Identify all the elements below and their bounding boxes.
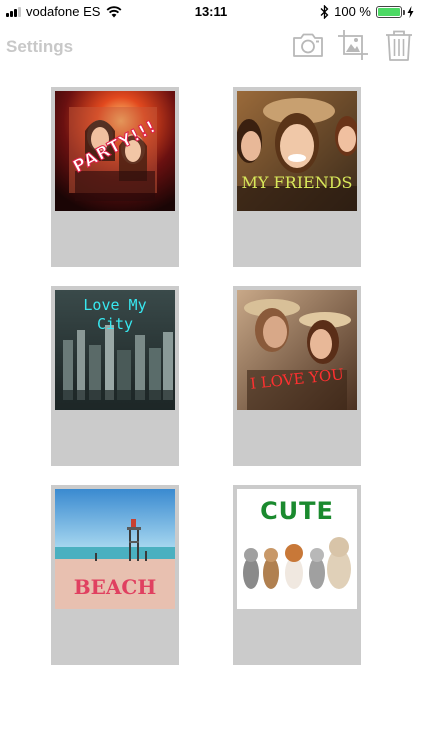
status-right: 100 % xyxy=(320,4,414,19)
battery-icon xyxy=(376,5,405,18)
collage-card[interactable]: PARTY!!! xyxy=(51,87,179,267)
camera-icon[interactable] xyxy=(291,28,325,62)
collage-thumbnail[interactable]: Love My City xyxy=(55,290,175,410)
collage-thumbnail[interactable]: MY FRIENDS xyxy=(237,91,357,211)
collage-thumbnail[interactable]: I LOVE YOU xyxy=(237,290,357,410)
collage-card[interactable]: BEACH xyxy=(51,485,179,665)
settings-button[interactable]: Settings xyxy=(6,37,73,57)
collage-thumbnail[interactable]: BEACH xyxy=(55,489,175,609)
gallery-crop-icon[interactable] xyxy=(336,28,370,62)
bluetooth-icon xyxy=(320,4,329,19)
collage-caption-line2: City xyxy=(96,315,134,333)
charging-icon xyxy=(407,5,414,18)
collage-card[interactable]: CUTE xyxy=(233,485,361,665)
collage-card[interactable]: MY FRIENDS xyxy=(233,87,361,267)
collage-thumbnail[interactable]: CUTE xyxy=(237,489,357,609)
status-bar: vodafone ES 13:11 100 % xyxy=(0,0,422,24)
navigation-bar: Settings xyxy=(0,26,422,66)
collage-card[interactable]: I LOVE YOU xyxy=(233,286,361,466)
trash-icon[interactable] xyxy=(382,28,416,62)
collage-caption: BEACH xyxy=(73,575,157,599)
collage-card[interactable]: Love My City xyxy=(51,286,179,466)
collage-thumbnail[interactable]: PARTY!!! xyxy=(55,91,175,211)
collage-caption-line1: Love My xyxy=(83,296,147,314)
collage-caption: MY FRIENDS xyxy=(241,173,353,192)
battery-level xyxy=(378,7,400,16)
collage-caption: CUTE xyxy=(260,497,334,525)
battery-percent: 100 % xyxy=(334,4,371,19)
